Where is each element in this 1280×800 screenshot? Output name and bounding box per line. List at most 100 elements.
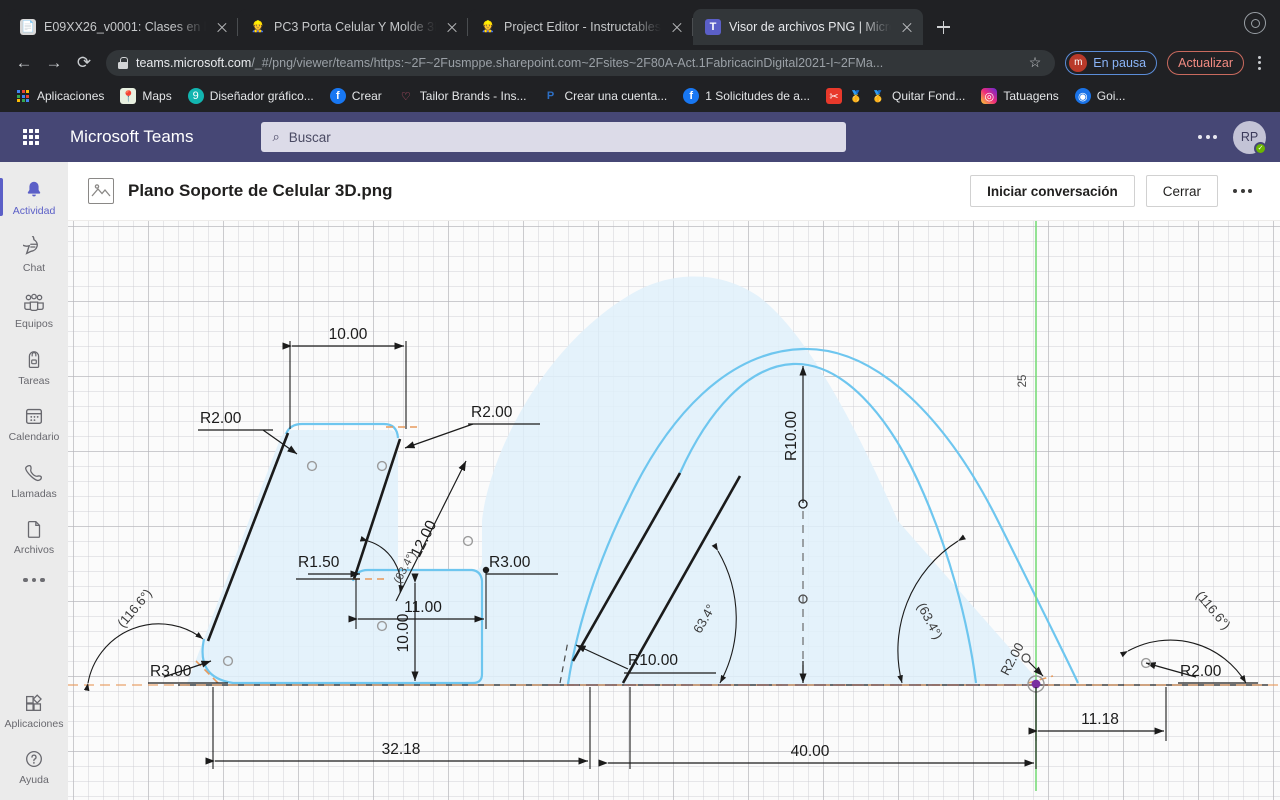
browser-chrome: 📄 E09XX26_v0001: Clases en line 👷 PC3 Po…	[0, 0, 1280, 112]
dim-label: 10.00	[395, 613, 412, 652]
dim-label: R10.00	[783, 411, 800, 461]
app-rail: Actividad Chat Equipos Tareas Calendario…	[0, 162, 68, 800]
bookmark-label: Tailor Brands - Ins...	[419, 89, 527, 103]
bookmark-label: Crear	[351, 89, 382, 103]
bookmark-item[interactable]: ✂ 🥇 🥇 Quitar Fond...	[819, 85, 972, 107]
maps-icon: 📍	[120, 88, 137, 104]
dim-base-right: 11.18	[1028, 687, 1167, 741]
reload-icon[interactable]: ⟳	[70, 49, 98, 77]
pause-label: En pausa	[1093, 55, 1147, 70]
search-icon: ⌕	[272, 129, 280, 144]
url-path: /_#/png/viewer/teams/https:~2F~2Fusmppe.…	[251, 55, 884, 70]
close-button[interactable]: Cerrar	[1145, 175, 1218, 207]
tab-strip: 📄 E09XX26_v0001: Clases en line 👷 PC3 Po…	[0, 0, 1280, 45]
sidebar-item-tareas[interactable]: Tareas	[0, 338, 68, 395]
profile-paused-pill[interactable]: m En pausa	[1065, 50, 1158, 75]
facebook-icon: f	[329, 88, 346, 104]
address-bar[interactable]: teams.microsoft.com/_#/png/viewer/teams/…	[106, 49, 1056, 76]
construction-worker-favicon: 👷	[251, 20, 265, 33]
bookmark-item[interactable]: ◉ Goi...	[1068, 85, 1133, 107]
search-placeholder: Buscar	[288, 129, 331, 145]
avatar[interactable]: RP ✓	[1233, 120, 1267, 155]
bookmark-item[interactable]: P Crear una cuenta...	[536, 85, 675, 107]
chat-bubble-icon	[21, 234, 47, 260]
close-icon[interactable]	[214, 19, 230, 35]
dim-label: R1.50	[298, 554, 340, 571]
sidebar-item-archivos[interactable]: Archivos	[0, 507, 68, 564]
avatar-initials: RP	[1240, 130, 1259, 144]
close-icon[interactable]	[899, 19, 915, 35]
sidebar-item-actividad[interactable]: Actividad	[0, 168, 68, 225]
window-profile-icon[interactable]	[1244, 12, 1266, 34]
bookmark-item[interactable]: ♡ Tailor Brands - Ins...	[391, 85, 534, 107]
more-options-icon[interactable]	[1198, 135, 1217, 139]
sidebar-item-chat[interactable]: Chat	[0, 225, 68, 282]
construction-worker-favicon: 👷	[481, 20, 495, 33]
browser-tab[interactable]: 👷 Project Editor - Instructables	[468, 9, 694, 45]
dim-label: R2.00	[471, 404, 513, 421]
tab-title: PC3 Porta Celular Y Molde 3D	[274, 20, 436, 34]
bookmark-label: Crear una cuenta...	[564, 89, 668, 103]
bookmark-label: 1 Solicitudes de a...	[705, 89, 810, 103]
bookmark-item[interactable]: ◎ Tatuagens	[974, 85, 1065, 107]
bookmark-label: Diseñador gráfico...	[209, 89, 314, 103]
sidebar-item-aplicaciones[interactable]: Aplicaciones	[0, 681, 68, 738]
sidebar-item-label: Ayuda	[19, 774, 49, 787]
dim-label: 11.00	[404, 599, 442, 616]
drawing-canvas[interactable]: 10.00 R2.00 R2.00 12.00 (63.4°) R1.50 R3…	[68, 220, 1280, 800]
bookmark-label: Tatuagens	[1003, 89, 1059, 103]
avatar: m	[1069, 53, 1088, 72]
tab-title: Visor de archivos PNG | Micros	[729, 20, 892, 34]
browser-tab[interactable]: 📄 E09XX26_v0001: Clases en line	[8, 9, 238, 45]
browser-tab[interactable]: 👷 PC3 Porta Celular Y Molde 3D	[238, 9, 468, 45]
back-icon[interactable]: ←	[10, 49, 38, 77]
dim-label: R2.00	[1180, 663, 1222, 680]
image-file-icon	[88, 178, 114, 204]
close-icon[interactable]	[669, 19, 685, 35]
bookmark-label: Quitar Fond...	[891, 89, 966, 103]
url-domain: teams.microsoft.com	[136, 55, 252, 70]
browser-menu-icon[interactable]	[1248, 55, 1270, 70]
tab-title: Project Editor - Instructables	[504, 20, 662, 34]
tab-title: E09XX26_v0001: Clases en line	[44, 20, 206, 34]
browser-tab-active[interactable]: T Visor de archivos PNG | Micros	[693, 9, 924, 45]
bookmark-item[interactable]: f 1 Solicitudes de a...	[676, 85, 817, 107]
dim-label: R10.00	[628, 652, 678, 669]
more-apps-icon[interactable]	[23, 564, 45, 597]
dim-top-width: 10.00	[282, 326, 407, 429]
bookmark-item[interactable]: Aplicaciones	[8, 85, 111, 107]
app-launcher-icon[interactable]	[14, 120, 48, 154]
close-icon[interactable]	[444, 19, 460, 35]
url-text: teams.microsoft.com/_#/png/viewer/teams/…	[136, 56, 1021, 70]
dim-label: 11.18	[1081, 711, 1119, 728]
search-input[interactable]: ⌕ Buscar	[261, 122, 847, 152]
page-title: Plano Soporte de Celular 3D.png	[128, 181, 393, 200]
apps-grid-icon	[15, 88, 31, 104]
bookmark-item[interactable]: f Crear	[323, 85, 389, 107]
viewer-more-options-icon[interactable]	[1229, 189, 1256, 193]
bookmark-item[interactable]: 📍 Maps	[113, 85, 178, 107]
edge-label-25: 25	[1017, 375, 1029, 388]
sidebar-item-calendario[interactable]: Calendario	[0, 394, 68, 451]
bookmark-label: Goi...	[1096, 89, 1126, 103]
bookmark-label: Maps	[142, 89, 172, 103]
new-tab-button[interactable]	[929, 13, 957, 41]
sidebar-item-label: Tareas	[18, 374, 50, 387]
forward-icon[interactable]: →	[40, 49, 68, 77]
update-button[interactable]: Actualizar	[1167, 50, 1244, 75]
document-favicon: 📄	[20, 19, 36, 35]
header-actions: RP ✓	[1198, 120, 1267, 155]
bookmark-star-icon[interactable]: ☆	[1029, 54, 1042, 71]
sidebar-item-llamadas[interactable]: Llamadas	[0, 451, 68, 508]
bell-icon	[21, 177, 47, 203]
lock-icon	[118, 56, 128, 69]
sidebar-item-equipos[interactable]: Equipos	[0, 281, 68, 338]
start-conversation-button[interactable]: Iniciar conversación	[970, 175, 1135, 207]
designer-icon: 9	[187, 88, 204, 104]
instagram-icon: ◎	[981, 88, 998, 104]
bookmark-item[interactable]: 9 Diseñador gráfico...	[181, 85, 321, 107]
viewer-header: Plano Soporte de Celular 3D.png Iniciar …	[68, 162, 1280, 220]
dim-label: R3.00	[489, 554, 531, 571]
help-circle-icon	[21, 746, 47, 772]
sidebar-item-ayuda[interactable]: Ayuda	[0, 737, 68, 794]
